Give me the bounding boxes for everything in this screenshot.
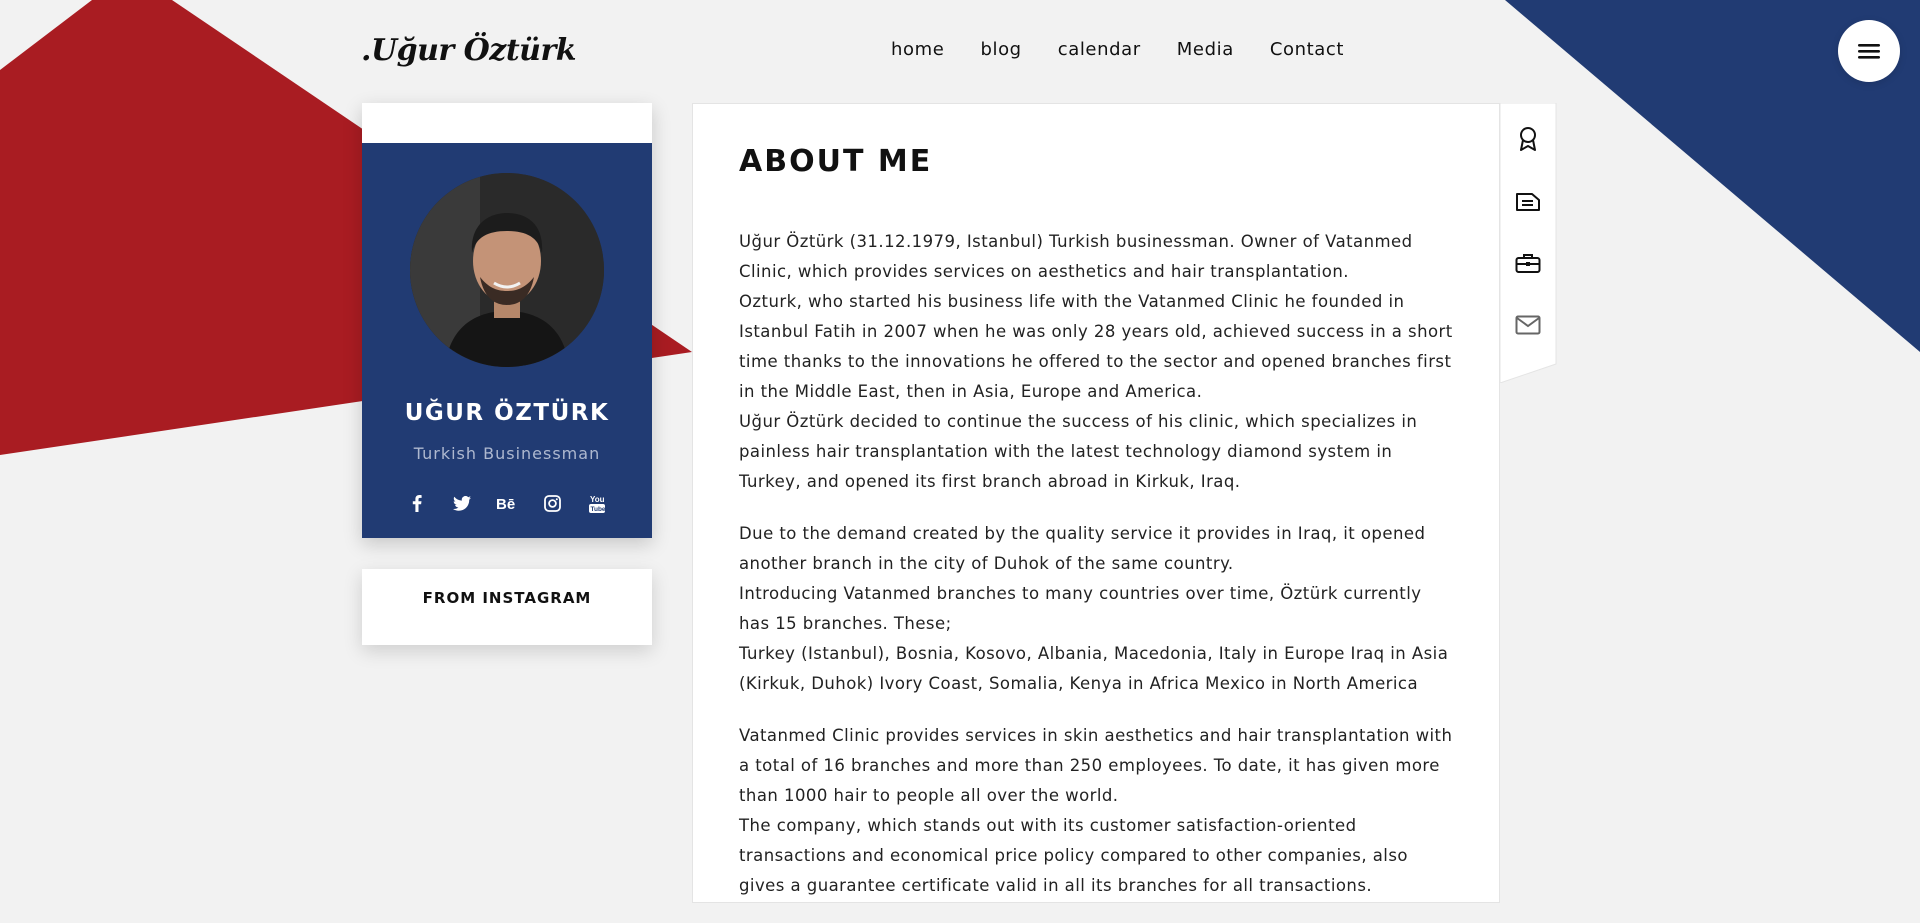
svg-text:Tube: Tube	[591, 506, 606, 513]
nav-calendar[interactable]: calendar	[1058, 39, 1141, 60]
instagram-card: FROM INSTAGRAM	[362, 569, 652, 645]
about-paragraph: Due to the demand created by the quality…	[739, 519, 1455, 699]
social-links: Bē You Tube	[362, 488, 652, 518]
profile-name: UĞUR ÖZTÜRK	[404, 400, 610, 426]
nav-media[interactable]: Media	[1177, 39, 1234, 60]
mail-icon[interactable]	[1510, 307, 1546, 343]
youtube-icon[interactable]: You Tube	[575, 488, 620, 518]
about-paragraph: Vatanmed Clinic provides services in ski…	[739, 721, 1455, 901]
side-tab-panel	[1500, 103, 1557, 383]
about-text-line: Ozturk, who started his business life wi…	[739, 292, 1453, 401]
about-content: Uğur Öztürk (31.12.1979, Istanbul) Turki…	[739, 227, 1455, 923]
about-text-line: Turkey (Istanbul), Bosnia, Kosovo, Alban…	[739, 644, 1449, 693]
main-nav: home blog calendar Media Contact	[891, 39, 1380, 60]
about-text-line: The company, which stands out with its c…	[739, 816, 1408, 895]
page-title: ABOUT ME	[739, 144, 933, 179]
hamburger-icon	[1858, 44, 1880, 59]
profile-role: Turkish Businessman	[413, 444, 601, 463]
behance-icon[interactable]: Bē	[485, 488, 530, 518]
svg-text:You: You	[590, 495, 605, 504]
site-logo[interactable]: .Uğur Öztürk	[361, 33, 577, 68]
nav-contact[interactable]: Contact	[1270, 39, 1344, 60]
about-paragraph: Uğur Öztürk (31.12.1979, Istanbul) Turki…	[739, 227, 1455, 497]
about-text-line: Due to the demand created by the quality…	[739, 524, 1426, 573]
instagram-title: FROM INSTAGRAM	[422, 589, 592, 607]
twitter-icon[interactable]	[440, 488, 485, 518]
about-text-line: Uğur Öztürk decided to continue the succ…	[739, 412, 1418, 491]
about-text-line: Introducing Vatanmed branches to many co…	[739, 584, 1422, 633]
nav-blog[interactable]: blog	[980, 39, 1021, 60]
award-icon[interactable]	[1510, 121, 1546, 157]
briefcase-icon[interactable]	[1510, 245, 1546, 281]
avatar	[410, 173, 604, 367]
resume-icon[interactable]	[1510, 183, 1546, 219]
instagram-icon[interactable]	[530, 488, 575, 518]
nav-home[interactable]: home	[891, 39, 944, 60]
profile-card: UĞUR ÖZTÜRK Turkish Businessman Bē You T…	[362, 103, 652, 538]
menu-button[interactable]	[1838, 20, 1900, 82]
about-text-line: Vatanmed Clinic provides services in ski…	[739, 726, 1453, 805]
about-panel: ABOUT ME Uğur Öztürk (31.12.1979, Istanb…	[692, 103, 1500, 903]
profile-card-top	[362, 103, 652, 143]
svg-text:Bē: Bē	[496, 496, 515, 511]
avatar-photo	[410, 173, 604, 367]
facebook-icon[interactable]	[395, 488, 440, 518]
profile-card-body: UĞUR ÖZTÜRK Turkish Businessman Bē You T…	[362, 143, 652, 538]
about-text-line: Uğur Öztürk (31.12.1979, Istanbul) Turki…	[739, 232, 1413, 281]
